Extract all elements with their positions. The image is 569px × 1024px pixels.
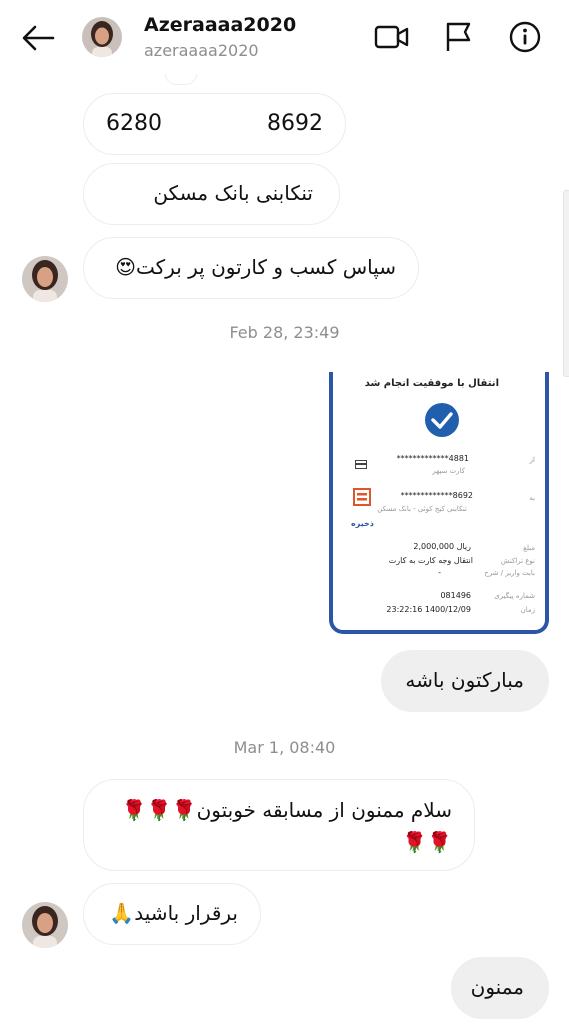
card-number-left: 6280: [106, 111, 162, 136]
sender-avatar[interactable]: [22, 902, 68, 948]
flag-icon: [446, 22, 471, 51]
time-label: زمان: [520, 606, 535, 614]
message-bubble-card-number[interactable]: 6280 8692: [83, 93, 346, 155]
profile-photo: [22, 256, 68, 302]
message-bubble-bank-name[interactable]: تنکابنی بانک مسکن: [83, 163, 340, 225]
message-text-line-1: سلام ممنون از مسابقه خوبتون🌹🌹🌹: [121, 798, 452, 822]
chat-header: Azeraaaa2020 azeraaaa2020: [0, 0, 569, 75]
receipt-title: انتقال با موفقیت انجام شد: [364, 378, 499, 389]
card-number-right: 8692: [267, 111, 323, 136]
contact-username: azeraaaa2020: [144, 41, 259, 60]
message-bubble-stay-well[interactable]: برقرار باشید🙏: [83, 883, 261, 945]
message-text: سپاس کسب و کارتون پر برکت😍: [115, 255, 396, 279]
to-card: *************8692: [400, 491, 473, 500]
message-bubble-thank-you[interactable]: ممنون: [451, 957, 549, 1019]
info-icon: [509, 21, 541, 53]
message-text: مبارکتون باشه: [405, 668, 524, 692]
type-label: نوع تراکنش: [500, 557, 535, 565]
back-arrow-icon: [22, 25, 55, 51]
timestamp-divider: Mar 1, 08:40: [233, 738, 336, 757]
from-card: *************4881: [396, 454, 469, 463]
type-value: انتقال وجه کارت به کارت: [388, 556, 473, 565]
save-link[interactable]: ذخیره: [351, 519, 374, 528]
back-button[interactable]: [20, 22, 56, 54]
report-button[interactable]: [441, 20, 477, 54]
amount-label: مبلغ: [523, 544, 535, 552]
from-card-sub: کارت سپهر: [432, 467, 465, 475]
tracking-value: 081496: [440, 591, 471, 600]
info-button[interactable]: [507, 20, 543, 54]
profile-photo: [22, 902, 68, 948]
shared-receipt-image[interactable]: انتقال با موفقیت انجام شد از ***********…: [329, 372, 549, 634]
tracking-label: شماره پیگیری: [494, 592, 535, 600]
message-text-line-2: 🌹🌹: [402, 830, 452, 854]
time-value: 23:22:16 1400/12/09: [386, 605, 471, 614]
message-text: تنکابنی بانک مسکن: [153, 181, 313, 205]
video-camera-icon: [374, 25, 409, 49]
profile-photo: [82, 17, 122, 57]
amount-value: 2,000,000 ریال: [413, 542, 471, 551]
bank-logo-icon: [353, 488, 371, 506]
desc-value: -: [438, 568, 441, 577]
header-avatar[interactable]: [82, 17, 122, 57]
sender-avatar[interactable]: [22, 256, 68, 302]
message-bubble-congrats[interactable]: مبارکتون باشه: [381, 650, 549, 712]
message-bubble-thanks[interactable]: سپاس کسب و کارتون پر برکت😍: [83, 237, 419, 299]
from-label: از: [529, 456, 535, 464]
desc-label: بابت واریز / شرح: [484, 569, 535, 577]
contact-display-name[interactable]: Azeraaaa2020: [144, 14, 296, 36]
success-check-icon: [425, 403, 459, 437]
to-label: به: [529, 494, 535, 502]
message-bubble-greeting[interactable]: سلام ممنون از مسابقه خوبتون🌹🌹🌹 🌹🌹: [83, 779, 475, 871]
timestamp-divider: Feb 28, 23:49: [229, 323, 340, 342]
to-card-sub: تنکابنی کیج کوثی - بانک مسکن: [377, 505, 467, 513]
video-call-button[interactable]: [374, 20, 410, 54]
reaction-remnant: [165, 74, 197, 85]
scrollbar[interactable]: [563, 190, 569, 377]
message-text: برقرار باشید🙏: [109, 901, 238, 925]
message-text: ممنون: [470, 975, 524, 999]
card-icon: [355, 460, 367, 469]
